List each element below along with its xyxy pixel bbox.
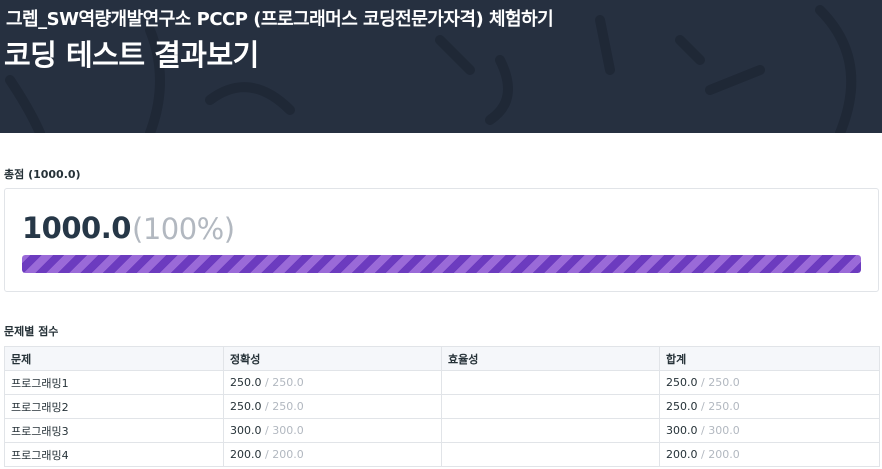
column-header-accuracy: 정확성 <box>223 346 442 371</box>
sum-score: 300.0 <box>666 424 698 437</box>
score-progress-bar <box>22 255 861 273</box>
table-row: 프로그래밍3 300.0 / 300.0 300.0 / 300.0 <box>4 418 880 443</box>
accuracy-score: 250.0 <box>230 376 262 389</box>
accuracy-score: 200.0 <box>230 448 262 461</box>
sum-score: 250.0 <box>666 400 698 413</box>
page-header: 그렙_SW역량개발연구소 PCCP (프로그래머스 코딩전문가자격) 체험하기 … <box>0 0 882 133</box>
problem-name: 프로그래밍2 <box>4 394 224 419</box>
sum-cell: 300.0 / 300.0 <box>659 418 880 443</box>
problem-name: 프로그래밍1 <box>4 370 224 395</box>
sum-max: / 200.0 <box>701 448 740 461</box>
total-score-card: 1000.0 (100%) <box>4 188 879 292</box>
efficiency-cell <box>441 394 660 419</box>
accuracy-cell: 200.0 / 200.0 <box>223 442 442 467</box>
sum-cell: 250.0 / 250.0 <box>659 370 880 395</box>
problem-scores-label: 문제별 점수 <box>4 325 59 338</box>
sum-max: / 300.0 <box>701 424 740 437</box>
efficiency-cell <box>441 418 660 443</box>
total-score-percent: (100%) <box>132 212 235 246</box>
total-score-label: 총점 (1000.0) <box>4 168 81 181</box>
table-header-row: 문제 정확성 효율성 합계 <box>4 346 880 371</box>
page-title: 코딩 테스트 결과보기 <box>4 38 259 72</box>
page-subtitle: 그렙_SW역량개발연구소 PCCP (프로그래머스 코딩전문가자격) 체험하기 <box>6 9 554 30</box>
accuracy-cell: 250.0 / 250.0 <box>223 370 442 395</box>
efficiency-cell <box>441 370 660 395</box>
accuracy-max: / 250.0 <box>265 376 304 389</box>
problem-scores-table: 문제 정확성 효율성 합계 프로그래밍1 250.0 / 250.0 250.0… <box>4 346 880 467</box>
column-header-efficiency: 효율성 <box>441 346 660 371</box>
total-score-value: 1000.0 <box>22 211 131 245</box>
problem-name: 프로그래밍4 <box>4 442 224 467</box>
table-row: 프로그래밍1 250.0 / 250.0 250.0 / 250.0 <box>4 370 880 395</box>
sum-score: 200.0 <box>666 448 698 461</box>
sum-score: 250.0 <box>666 376 698 389</box>
score-progress-fill <box>22 255 861 273</box>
column-header-sum: 합계 <box>659 346 880 371</box>
problem-name: 프로그래밍3 <box>4 418 224 443</box>
accuracy-max: / 200.0 <box>265 448 304 461</box>
accuracy-max: / 250.0 <box>265 400 304 413</box>
accuracy-max: / 300.0 <box>265 424 304 437</box>
sum-cell: 200.0 / 200.0 <box>659 442 880 467</box>
efficiency-cell <box>441 442 660 467</box>
table-row: 프로그래밍4 200.0 / 200.0 200.0 / 200.0 <box>4 442 880 467</box>
accuracy-cell: 250.0 / 250.0 <box>223 394 442 419</box>
accuracy-score: 300.0 <box>230 424 262 437</box>
accuracy-cell: 300.0 / 300.0 <box>223 418 442 443</box>
table-row: 프로그래밍2 250.0 / 250.0 250.0 / 250.0 <box>4 394 880 419</box>
column-header-problem: 문제 <box>4 346 224 371</box>
accuracy-score: 250.0 <box>230 400 262 413</box>
sum-max: / 250.0 <box>701 376 740 389</box>
sum-max: / 250.0 <box>701 400 740 413</box>
sum-cell: 250.0 / 250.0 <box>659 394 880 419</box>
